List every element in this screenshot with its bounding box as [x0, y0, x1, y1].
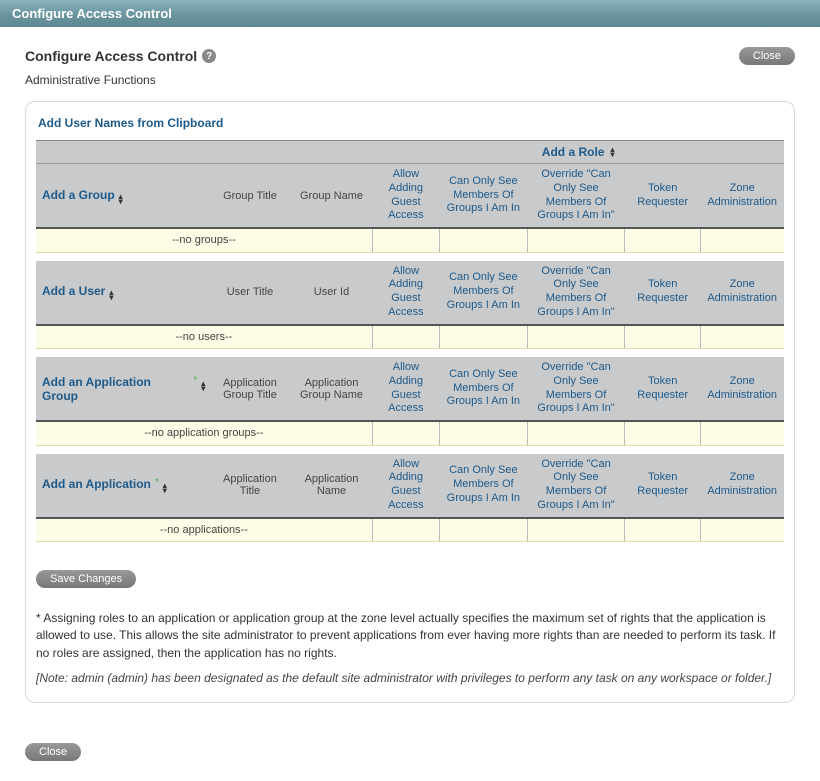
- sort-icon: ▴▾: [109, 290, 113, 300]
- add-link[interactable]: Add an Application* ▴▾: [42, 477, 167, 493]
- role-column-header[interactable]: Override "Can Only See Members Of Groups…: [527, 357, 625, 421]
- role-column-header[interactable]: Can Only See Members Of Groups I Am In: [440, 454, 528, 518]
- sort-icon: ▴▾: [119, 194, 123, 204]
- column-header: Application Group Title: [209, 357, 291, 421]
- role-column-header[interactable]: Can Only See Members Of Groups I Am In: [440, 164, 528, 229]
- role-column-header[interactable]: Token Requester: [625, 357, 700, 421]
- column-header: Group Title: [209, 164, 291, 229]
- role-column-header[interactable]: Allow Adding Guest Access: [372, 454, 439, 518]
- role-column-header[interactable]: Override "Can Only See Members Of Groups…: [527, 164, 625, 229]
- add-from-clipboard-link[interactable]: Add User Names from Clipboard: [36, 112, 225, 140]
- empty-message: --no applications--: [36, 518, 372, 542]
- role-column-header[interactable]: Allow Adding Guest Access: [372, 357, 439, 421]
- column-header: Application Group Name: [291, 357, 373, 421]
- close-button-bottom[interactable]: Close: [25, 743, 81, 761]
- role-column-header[interactable]: Zone Administration: [700, 261, 784, 325]
- page-title: Configure Access Control ?: [25, 48, 216, 64]
- window-title: Configure Access Control: [12, 6, 172, 21]
- role-column-header[interactable]: Allow Adding Guest Access: [372, 261, 439, 325]
- close-button-top[interactable]: Close: [739, 47, 795, 65]
- help-icon[interactable]: ?: [202, 49, 216, 63]
- role-column-header[interactable]: Zone Administration: [700, 454, 784, 518]
- role-column-header[interactable]: Token Requester: [625, 261, 700, 325]
- access-table: Add a Role ▴▾ Add a Group ▴▾ Group TitleG…: [36, 140, 784, 550]
- role-column-header[interactable]: Allow Adding Guest Access: [372, 164, 439, 229]
- sort-icon: ▴▾: [201, 381, 205, 391]
- asterisk-icon: *: [193, 375, 197, 386]
- asterisk-icon: *: [155, 477, 159, 488]
- role-column-header[interactable]: Override "Can Only See Members Of Groups…: [527, 261, 625, 325]
- window-titlebar: Configure Access Control: [0, 0, 820, 27]
- add-link[interactable]: Add a Group ▴▾: [42, 188, 123, 204]
- role-column-header[interactable]: Zone Administration: [700, 164, 784, 229]
- save-changes-button[interactable]: Save Changes: [36, 570, 136, 588]
- column-header: User Id: [291, 261, 373, 325]
- sort-icon: ▴▾: [610, 147, 614, 157]
- sort-icon: ▴▾: [163, 483, 167, 493]
- column-header: Application Name: [291, 454, 373, 518]
- role-column-header[interactable]: Can Only See Members Of Groups I Am In: [440, 261, 528, 325]
- add-link[interactable]: Add an Application Group* ▴▾: [42, 375, 205, 403]
- add-link[interactable]: Add a User ▴▾: [42, 284, 113, 300]
- empty-message: --no users--: [36, 325, 372, 349]
- role-column-header[interactable]: Can Only See Members Of Groups I Am In: [440, 357, 528, 421]
- add-role-button[interactable]: Add a Role ▴▾: [542, 145, 615, 159]
- column-header: Application Title: [209, 454, 291, 518]
- empty-message: --no groups--: [36, 228, 372, 252]
- role-column-header[interactable]: Zone Administration: [700, 357, 784, 421]
- role-column-header[interactable]: Override "Can Only See Members Of Groups…: [527, 454, 625, 518]
- admin-note: [Note: admin (admin) has been designated…: [36, 670, 784, 687]
- role-column-header[interactable]: Token Requester: [625, 164, 700, 229]
- column-header: Group Name: [291, 164, 373, 229]
- role-column-header[interactable]: Token Requester: [625, 454, 700, 518]
- subtitle: Administrative Functions: [25, 73, 795, 87]
- empty-message: --no application groups--: [36, 421, 372, 445]
- asterisk-note: * Assigning roles to an application or a…: [36, 610, 784, 662]
- access-panel: Add User Names from Clipboard: [25, 101, 795, 703]
- column-header: User Title: [209, 261, 291, 325]
